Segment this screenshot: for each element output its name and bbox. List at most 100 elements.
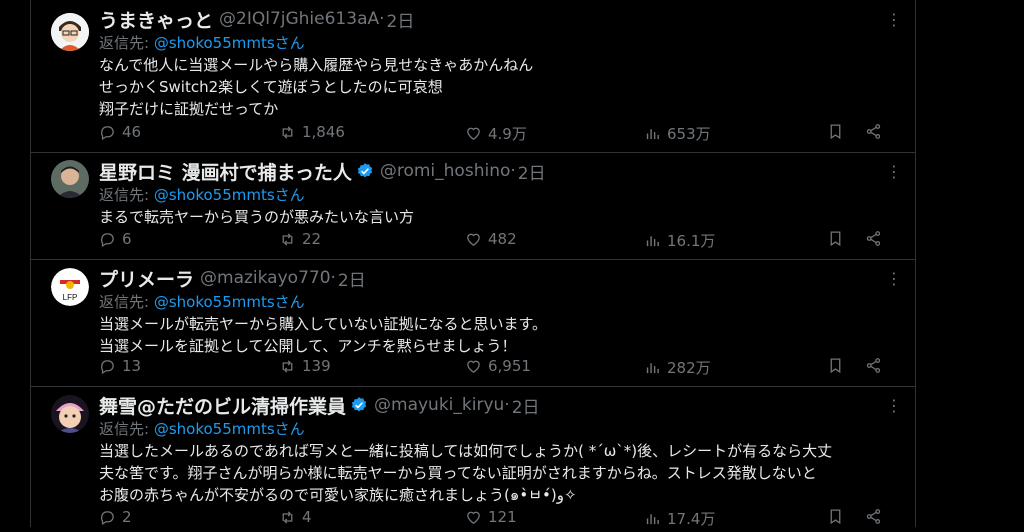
reply-to-user[interactable]: @shoko55mmtsさん	[154, 34, 305, 52]
retweet-button[interactable]: 22	[279, 230, 321, 248]
display-name[interactable]: 舞雪@ただのビル清掃作業員	[99, 392, 346, 419]
more-icon[interactable]: ⋮	[886, 269, 903, 288]
retweet-count: 22	[302, 230, 322, 248]
tweet-text: 当選したメールあるのであれば写メと一緒に投稿しては如何でしょうか( *´ω`*)…	[99, 442, 833, 504]
verified-badge-icon	[351, 397, 367, 412]
reply-to: 返信先: @shoko55mmtsさん	[99, 184, 305, 205]
reply-count: 13	[122, 357, 142, 375]
reply-button[interactable]: 13	[99, 357, 141, 375]
views-icon	[646, 514, 659, 525]
user-handle[interactable]: @romi_hoshino	[380, 161, 511, 181]
tweet[interactable]: 星野ロミ 漫画村で捕まった人 @romi_hoshino · 2日 ⋮ 返信先:…	[31, 152, 915, 260]
like-button[interactable]: 482	[465, 230, 517, 248]
retweet-count: 4	[302, 508, 312, 526]
views-count: 16.1万	[667, 232, 716, 250]
verified-badge-icon	[357, 163, 372, 178]
reply-icon	[101, 125, 114, 140]
views-count: 17.4万	[667, 510, 716, 528]
heart-icon	[467, 233, 480, 246]
reply-count: 46	[122, 123, 142, 141]
views-button[interactable]: 282万	[644, 357, 711, 378]
timestamp[interactable]: 2日	[512, 393, 540, 418]
tweet[interactable]: うまきゃっと @2IQl7jGhie613aA · 2日 ⋮ 返信先: @sho…	[31, 0, 915, 153]
like-count: 6,951	[488, 357, 531, 375]
bookmark-button[interactable]	[827, 357, 844, 374]
display-name[interactable]: うまきゃっと	[99, 6, 213, 33]
heart-icon	[467, 127, 480, 140]
views-icon	[646, 236, 659, 247]
like-button[interactable]: 121	[465, 508, 517, 526]
share-icon	[866, 509, 881, 524]
user-handle[interactable]: @mazikayo770	[200, 268, 331, 288]
retweet-icon	[282, 510, 293, 524]
retweet-count: 139	[302, 357, 331, 375]
views-icon	[646, 363, 659, 374]
action-bar: 13 139 6,951 282万	[99, 357, 889, 381]
like-button[interactable]: 4.9万	[465, 123, 527, 144]
bookmark-button[interactable]	[827, 508, 844, 525]
bookmark-button[interactable]	[827, 230, 844, 247]
like-button[interactable]: 6,951	[465, 357, 531, 375]
bookmark-button[interactable]	[827, 123, 844, 140]
avatar[interactable]	[51, 13, 89, 51]
reply-to: 返信先: @shoko55mmtsさん	[99, 291, 305, 312]
reply-button[interactable]: 6	[99, 230, 132, 248]
timestamp[interactable]: 2日	[338, 266, 366, 291]
reply-to: 返信先: @shoko55mmtsさん	[99, 418, 305, 439]
timestamp[interactable]: 2日	[387, 7, 415, 32]
more-icon[interactable]: ⋮	[886, 162, 903, 181]
timestamp[interactable]: 2日	[518, 159, 546, 184]
retweet-button[interactable]: 1,846	[279, 123, 345, 141]
user-handle[interactable]: @2IQl7jGhie613aA	[219, 9, 379, 29]
share-button[interactable]	[865, 123, 882, 140]
retweet-icon	[282, 359, 293, 373]
share-icon	[866, 124, 881, 139]
share-icon	[866, 231, 881, 246]
views-count: 653万	[667, 125, 711, 143]
share-button[interactable]	[865, 230, 882, 247]
bookmark-icon	[830, 231, 841, 247]
like-count: 4.9万	[488, 125, 527, 143]
more-icon[interactable]: ⋮	[886, 10, 903, 29]
separator-dot: ·	[379, 9, 385, 29]
svg-text:LFP: LFP	[63, 293, 78, 302]
retweet-button[interactable]: 139	[279, 357, 331, 375]
tweet[interactable]: 舞雪@ただのビル清掃作業員 @mayuki_kiryu · 2日 ⋮ 返信先: …	[31, 386, 915, 529]
views-button[interactable]: 16.1万	[644, 230, 715, 251]
reply-timeline: うまきゃっと @2IQl7jGhie613aA · 2日 ⋮ 返信先: @sho…	[30, 0, 916, 529]
reply-to-prefix: 返信先:	[99, 186, 150, 204]
bookmark-icon	[830, 124, 841, 140]
display-name[interactable]: プリメーラ	[99, 265, 194, 292]
reply-count: 2	[122, 508, 132, 526]
retweet-button[interactable]: 4	[279, 508, 312, 526]
reply-to-user[interactable]: @shoko55mmtsさん	[154, 420, 305, 438]
share-button[interactable]	[865, 357, 882, 374]
reply-to-user[interactable]: @shoko55mmtsさん	[154, 186, 305, 204]
user-handle[interactable]: @mayuki_kiryu	[374, 395, 504, 415]
separator-dot: ·	[510, 161, 516, 181]
retweet-count: 1,846	[302, 123, 345, 141]
avatar[interactable]: LFP	[51, 268, 89, 306]
views-button[interactable]: 17.4万	[644, 508, 715, 529]
more-icon[interactable]: ⋮	[886, 396, 903, 415]
reply-to-prefix: 返信先:	[99, 293, 150, 311]
display-name[interactable]: 星野ロミ 漫画村で捕まった人	[99, 158, 352, 185]
reply-to-prefix: 返信先:	[99, 420, 150, 438]
separator-dot: ·	[504, 395, 510, 415]
views-icon	[646, 129, 659, 140]
reply-icon	[101, 232, 114, 247]
views-button[interactable]: 653万	[644, 123, 711, 144]
heart-icon	[467, 511, 480, 524]
separator-dot: ·	[330, 268, 336, 288]
reply-button[interactable]: 46	[99, 123, 141, 141]
like-count: 121	[488, 508, 517, 526]
reply-button[interactable]: 2	[99, 508, 132, 526]
avatar[interactable]	[51, 395, 89, 433]
reply-to-user[interactable]: @shoko55mmtsさん	[154, 293, 305, 311]
tweet-text: まるで転売ヤーから買うのが悪みたいな言い方	[99, 208, 415, 226]
action-bar: 46 1,846 4.9万 653万	[99, 123, 889, 147]
share-button[interactable]	[865, 508, 882, 525]
avatar[interactable]	[51, 160, 89, 198]
reply-to-prefix: 返信先:	[99, 34, 150, 52]
tweet[interactable]: LFP プリメーラ @mazikayo770 · 2日 ⋮ 返信先: @shok…	[31, 259, 915, 387]
